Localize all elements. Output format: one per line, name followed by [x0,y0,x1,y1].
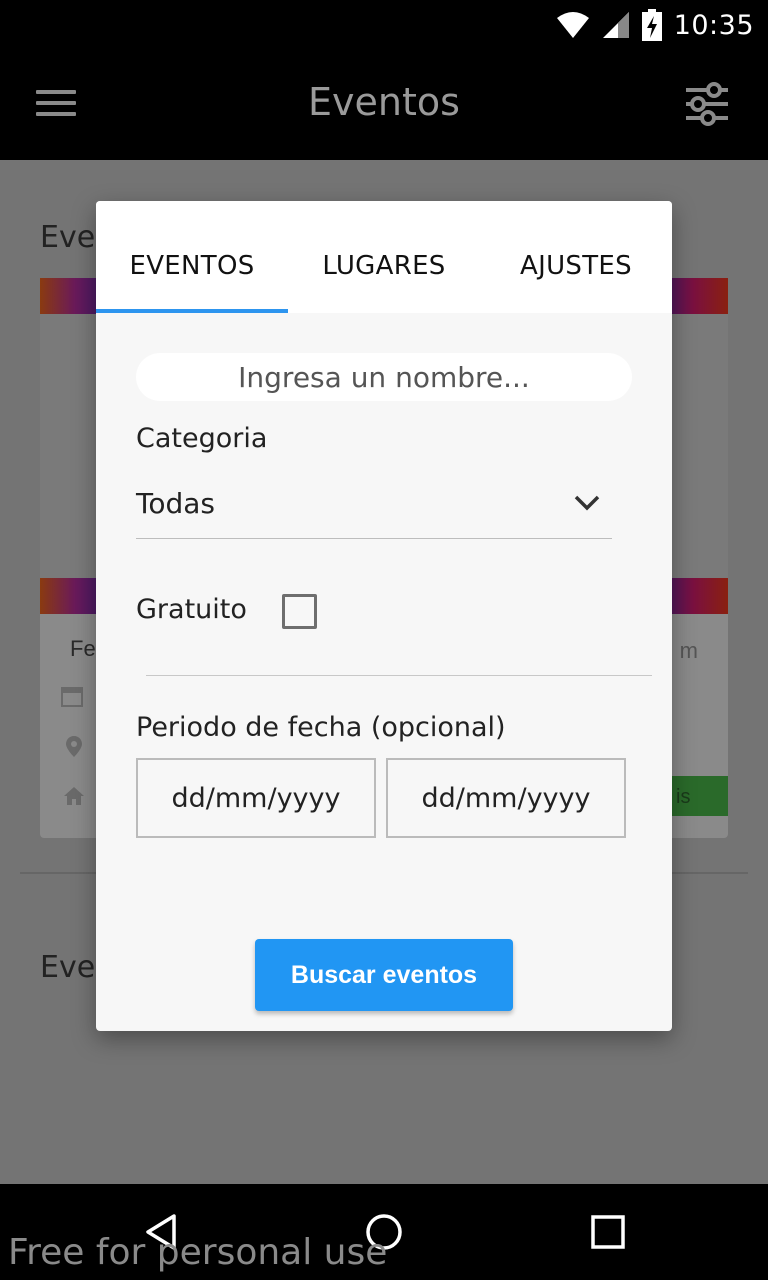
category-select[interactable]: Todas [136,477,612,539]
tab-eventos[interactable]: EVENTOS [96,201,288,313]
page-title: Eventos [308,80,460,124]
tab-indicator [96,309,288,313]
section-heading: Eve [40,950,96,985]
category-label: Categoria [136,423,268,454]
wifi-icon [556,12,589,38]
status-time: 10:35 [673,9,754,41]
tab-bar: EVENTOS LUGARES AJUSTES [96,201,672,313]
tab-lugares[interactable]: LUGARES [288,201,480,313]
name-search-input[interactable] [136,353,632,401]
date-to-input[interactable] [386,758,626,838]
date-range-label: Periodo de fecha (opcional) [136,712,506,743]
battery-charging-icon [641,9,662,41]
free-checkbox[interactable] [282,594,317,629]
section-divider [146,675,652,676]
event-card-button[interactable]: is [668,776,728,816]
category-value: Todas [136,487,215,520]
event-card-title: Fe [70,636,96,661]
app-bar: Eventos [0,50,768,160]
location-icon [66,736,82,757]
search-events-button[interactable]: Buscar eventos [255,939,513,1011]
filter-settings-icon[interactable] [684,82,730,126]
section-heading: Eve [40,220,96,255]
chevron-down-icon [574,495,600,511]
home-icon [64,787,84,805]
watermark: Free for personal use [8,1232,388,1273]
status-icons: 10:35 [556,8,754,42]
status-bar: 10:35 [0,0,768,50]
recents-icon[interactable] [588,1212,628,1252]
tab-ajustes[interactable]: AJUSTES [480,201,672,313]
calendar-icon [61,687,83,707]
event-card-meta: m [679,638,698,663]
search-dialog: EVENTOS LUGARES AJUSTES Categoria Todas … [96,201,672,1031]
free-label: Gratuito [136,594,247,625]
date-from-input[interactable] [136,758,376,838]
signal-icon [602,12,629,38]
